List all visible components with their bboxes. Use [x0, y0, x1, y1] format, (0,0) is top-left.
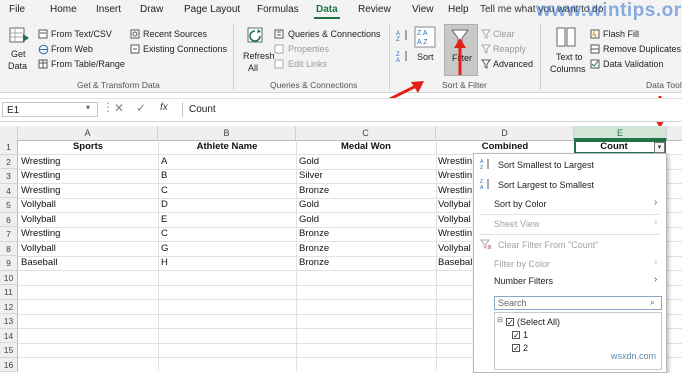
- header-cell-athlete-name[interactable]: Athlete Name: [158, 140, 296, 155]
- column-header-b[interactable]: B: [158, 126, 296, 140]
- row-header[interactable]: 2: [0, 154, 18, 169]
- more-dots-icon: ⋮: [102, 100, 114, 114]
- select-all-corner[interactable]: [0, 126, 18, 140]
- filter-value-label: (Select All): [517, 317, 561, 327]
- table-cell[interactable]: Wrestlin: [438, 155, 473, 170]
- table-cell[interactable]: Bronze: [299, 184, 329, 199]
- value-checkbox[interactable]: ✓: [512, 331, 520, 340]
- search-icon: ⌕: [650, 297, 656, 307]
- chevron-right-icon: ›: [654, 217, 658, 228]
- sort-descending-icon: ZA: [480, 179, 489, 190]
- sheet-view[interactable]: Sheet View: [494, 219, 539, 229]
- sort-ascending-icon: AZ: [480, 159, 489, 170]
- table-cell[interactable]: Bronze: [299, 242, 329, 257]
- name-box-dropdown-icon[interactable]: ▾: [86, 103, 90, 112]
- table-cell[interactable]: Basebal: [438, 256, 473, 271]
- chevron-right-icon: ›: [654, 257, 658, 268]
- row-header[interactable]: 16: [0, 357, 18, 372]
- row-header[interactable]: 6: [0, 212, 18, 227]
- filter-value-label: 1: [523, 330, 529, 340]
- table-cell[interactable]: Vollyball: [21, 242, 56, 257]
- table-cell[interactable]: Baseball: [21, 256, 57, 271]
- row-header[interactable]: 11: [0, 285, 18, 300]
- clear-filter-from-count[interactable]: Clear Filter From "Count": [498, 240, 598, 250]
- table-cell[interactable]: Wrestling: [21, 227, 60, 242]
- column-header-e[interactable]: E: [574, 126, 667, 140]
- row-header[interactable]: 10: [0, 270, 18, 285]
- filter-values-list: ⊟ ✓ (Select All) ✓ 1 ✓ 2: [494, 312, 662, 370]
- row-header[interactable]: 4: [0, 183, 18, 198]
- chevron-right-icon: ›: [654, 197, 658, 208]
- table-cell[interactable]: G: [161, 242, 168, 257]
- table-cell[interactable]: Vollybal: [438, 213, 473, 228]
- clear-filter-icon: [480, 239, 492, 250]
- sort-smallest-to-largest[interactable]: Sort Smallest to Largest: [498, 160, 594, 170]
- table-cell[interactable]: Wrestlin: [438, 227, 473, 242]
- table-cell[interactable]: H: [161, 256, 168, 271]
- menu-separator: [480, 214, 660, 215]
- column-header-d[interactable]: D: [436, 126, 574, 140]
- expand-minus-icon[interactable]: ⊟: [497, 316, 503, 324]
- row-header[interactable]: 15: [0, 343, 18, 358]
- autofilter-menu: AZ Sort Smallest to Largest ZA Sort Larg…: [473, 153, 667, 373]
- name-box[interactable]: E1: [2, 102, 98, 117]
- sort-largest-to-smallest[interactable]: Sort Largest to Smallest: [498, 180, 594, 190]
- row-header[interactable]: 12: [0, 299, 18, 314]
- formula-bar: E1 ▾ ⋮ ✕ ✓ fx Count: [0, 98, 682, 122]
- row-header[interactable]: 9: [0, 256, 18, 271]
- row-header[interactable]: 5: [0, 198, 18, 213]
- select-all-checkbox[interactable]: ✓: [506, 318, 514, 327]
- sort-by-color[interactable]: Sort by Color: [494, 199, 547, 209]
- cancel-icon[interactable]: ✕: [114, 101, 124, 115]
- column-headers: A B C D E: [0, 126, 682, 141]
- count-filter-dropdown-button[interactable]: ▾: [654, 142, 665, 153]
- value-checkbox[interactable]: ✓: [512, 344, 520, 353]
- table-cell[interactable]: Wrestling: [21, 184, 60, 199]
- table-cell[interactable]: C: [161, 184, 168, 199]
- row-header[interactable]: 14: [0, 328, 18, 343]
- table-cell[interactable]: D: [161, 198, 168, 213]
- row-header[interactable]: 1: [0, 140, 18, 155]
- header-cell-medal-won[interactable]: Medal Won: [296, 140, 436, 155]
- table-cell[interactable]: Wrestling: [21, 169, 60, 184]
- table-cell[interactable]: C: [161, 227, 168, 242]
- table-cell[interactable]: Bronze: [299, 227, 329, 242]
- row-header[interactable]: 7: [0, 227, 18, 242]
- filter-search-input[interactable]: Search: [494, 296, 662, 310]
- table-cell[interactable]: Silver: [299, 169, 323, 184]
- table-cell[interactable]: Vollybal: [438, 198, 473, 213]
- table-cell[interactable]: A: [161, 155, 167, 170]
- menu-separator: [480, 234, 660, 235]
- table-cell[interactable]: Gold: [299, 213, 319, 228]
- table-cell[interactable]: Wrestlin: [438, 184, 473, 199]
- table-cell[interactable]: Wrestlin: [438, 169, 473, 184]
- svg-text:A: A: [480, 185, 484, 190]
- column-header-c[interactable]: C: [296, 126, 436, 140]
- table-cell[interactable]: Vollyball: [21, 198, 56, 213]
- arrow-to-filter-head: [454, 38, 466, 48]
- column-header-a[interactable]: A: [18, 126, 158, 140]
- site-logo-text: wsxdn.com: [611, 351, 657, 361]
- insert-function-icon[interactable]: fx: [160, 102, 168, 113]
- table-cell[interactable]: Gold: [299, 155, 319, 170]
- svg-text:Z: Z: [480, 165, 483, 170]
- filter-value-label: 2: [523, 343, 529, 353]
- table-cell[interactable]: Gold: [299, 198, 319, 213]
- header-cell-sports[interactable]: Sports: [18, 140, 158, 155]
- table-cell[interactable]: Vollybal: [438, 242, 473, 257]
- formula-input[interactable]: Count: [182, 102, 676, 117]
- table-cell[interactable]: Vollyball: [21, 213, 56, 228]
- row-header[interactable]: 8: [0, 241, 18, 256]
- enter-icon[interactable]: ✓: [136, 101, 146, 115]
- table-cell[interactable]: Wrestling: [21, 155, 60, 170]
- row-header[interactable]: 3: [0, 169, 18, 184]
- filter-by-color[interactable]: Filter by Color: [494, 259, 550, 269]
- table-cell[interactable]: Bronze: [299, 256, 329, 271]
- table-cell[interactable]: B: [161, 169, 167, 184]
- number-filters[interactable]: Number Filters: [494, 276, 553, 286]
- row-header[interactable]: 13: [0, 314, 18, 329]
- table-cell[interactable]: E: [161, 213, 167, 228]
- chevron-right-icon: ›: [654, 274, 658, 285]
